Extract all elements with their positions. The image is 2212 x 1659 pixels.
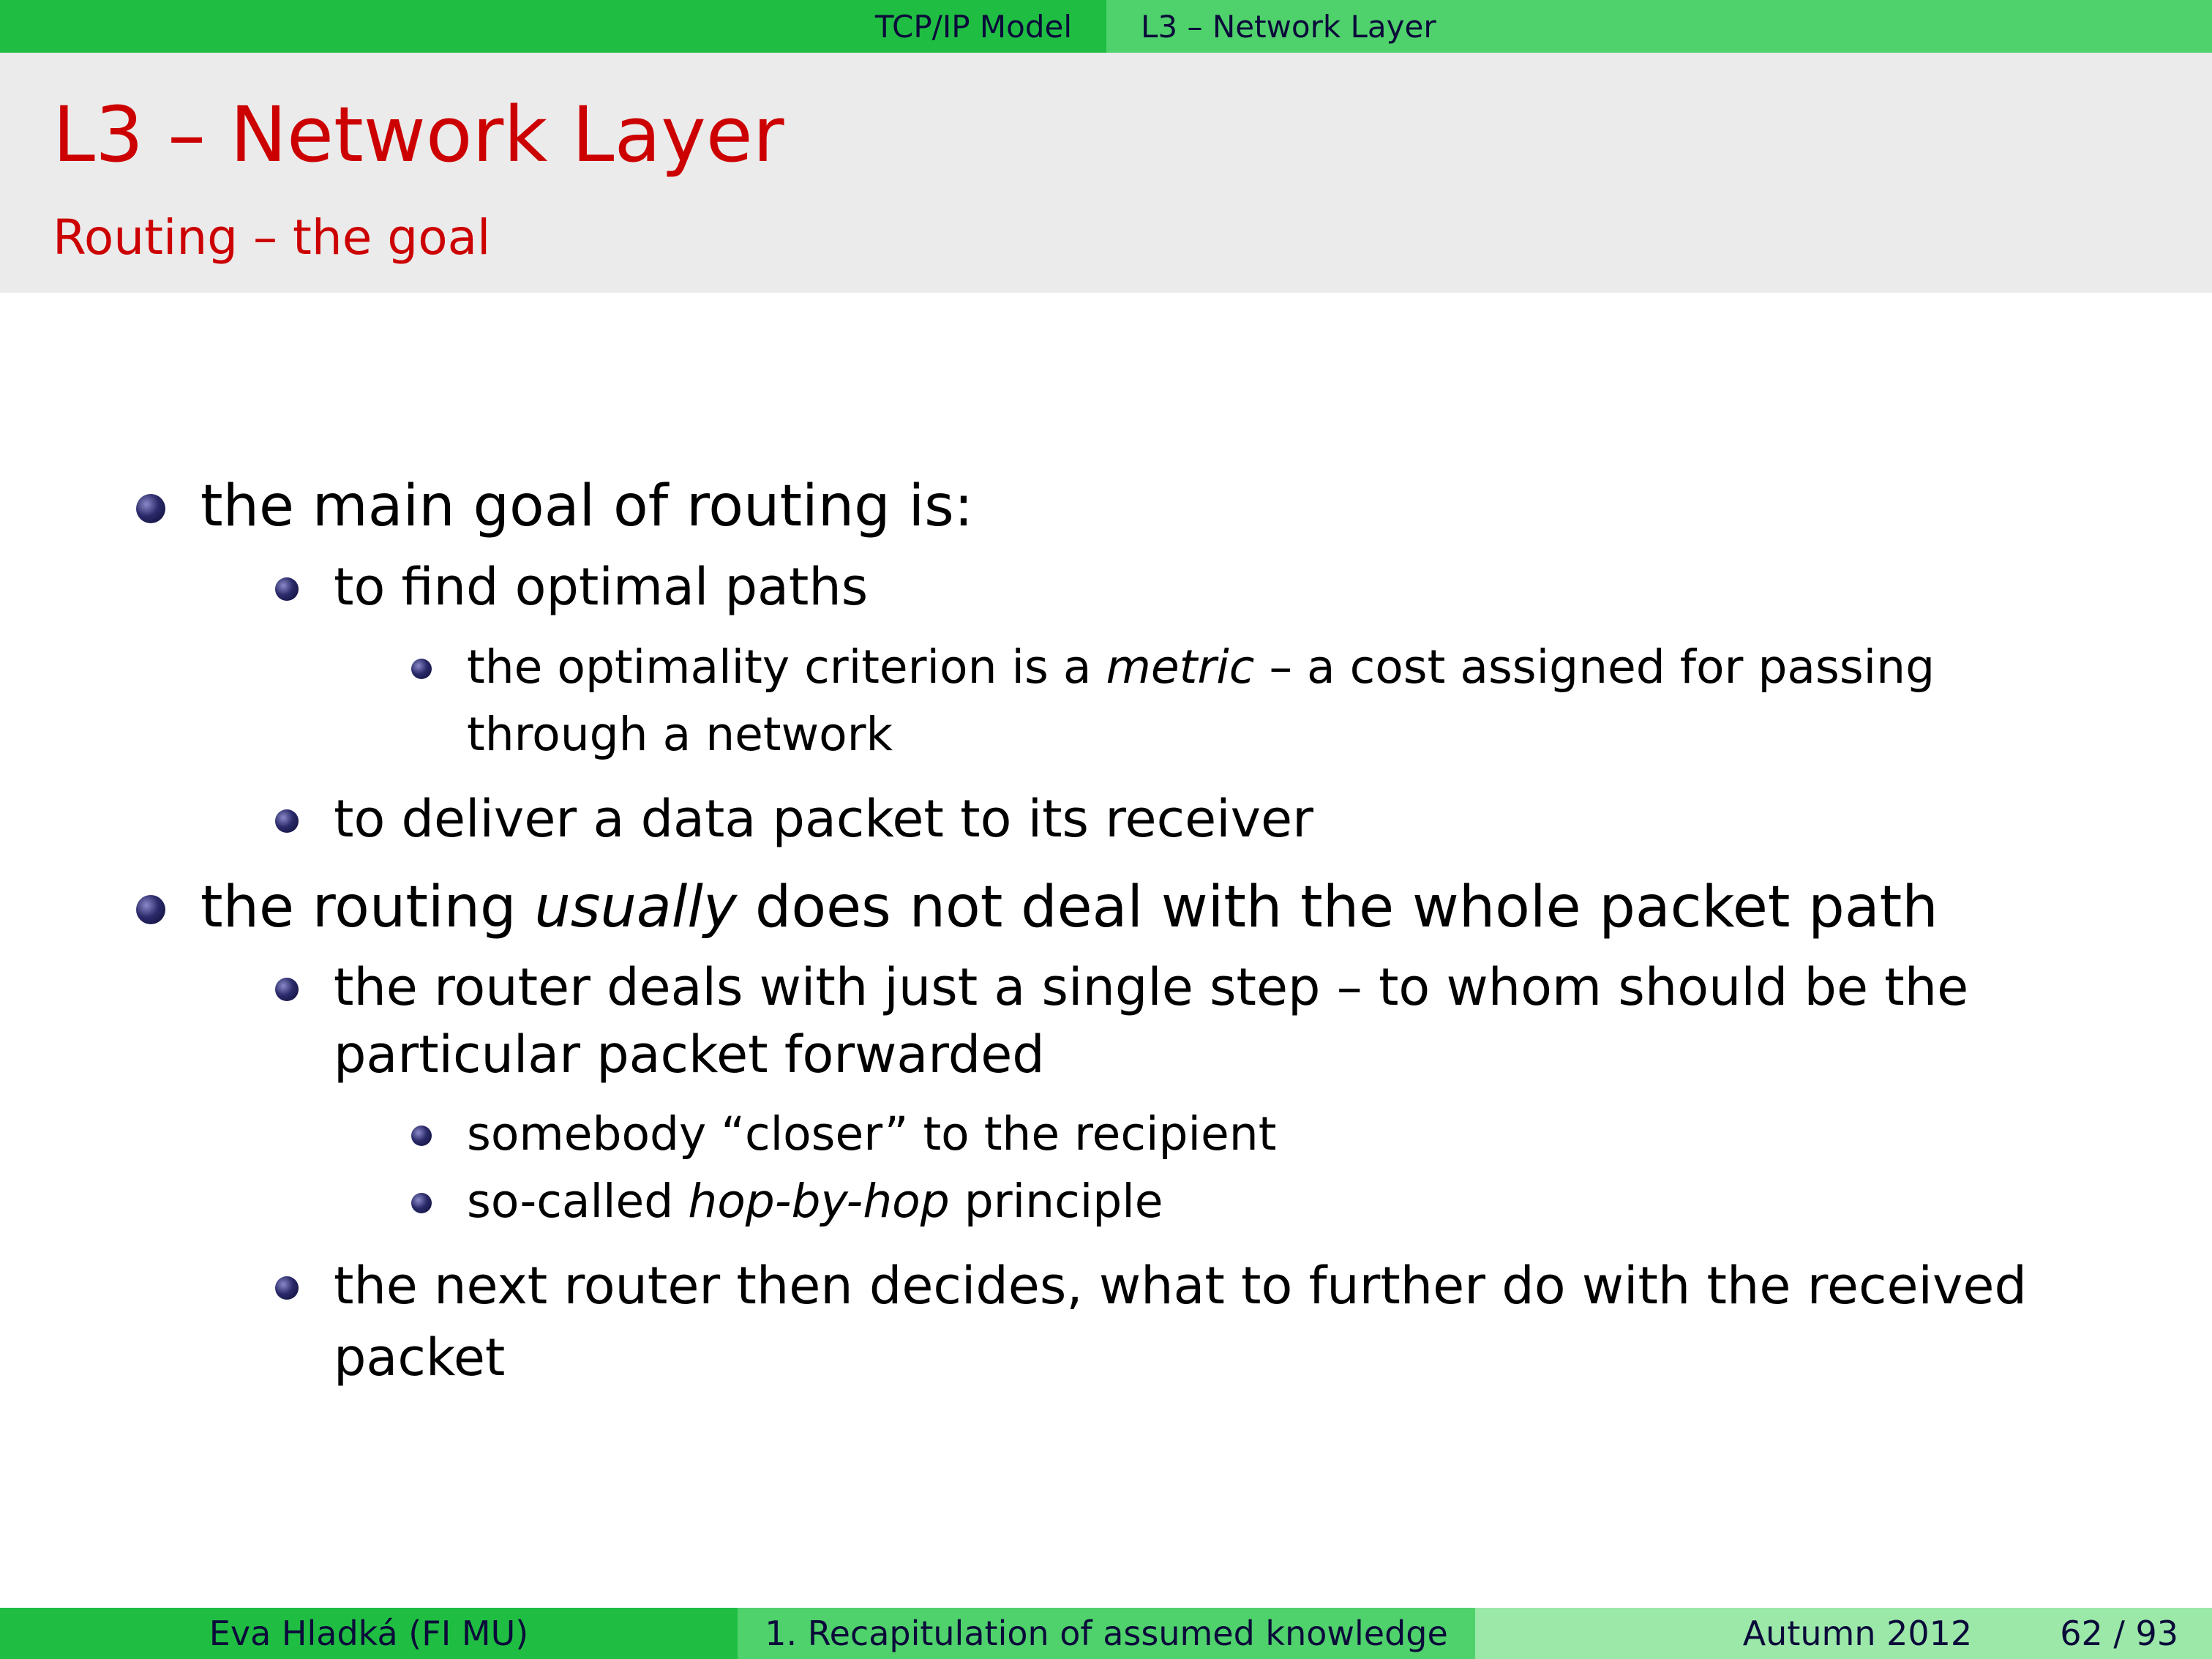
text-run: principle bbox=[949, 1175, 1163, 1228]
bullet-text: so-called hop-by-hop principle bbox=[467, 1178, 1163, 1224]
bullet-text: somebody “closer” to the recipient bbox=[467, 1107, 1277, 1161]
bullet-routing-usually: the routing usually does not deal with t… bbox=[136, 879, 1938, 936]
bullet-ball-icon bbox=[411, 1126, 432, 1146]
bullet-ball-icon bbox=[411, 659, 432, 679]
bullet-text: to find optimal paths bbox=[334, 557, 869, 617]
text-run: the routing bbox=[200, 875, 535, 940]
bullet-ball-icon bbox=[411, 1193, 432, 1213]
footer-bar: Eva Hladká (FI MU) 1. Recapitulation of … bbox=[0, 1608, 2212, 1659]
bullet-text: to deliver a data packet to its receiver bbox=[334, 789, 1313, 849]
footer-date-page-cell: Autumn 2012 62 / 93 bbox=[1475, 1608, 2212, 1659]
bullet-continuation: packet bbox=[334, 1327, 506, 1388]
footer-author-cell: Eva Hladká (FI MU) bbox=[0, 1608, 738, 1659]
slide-content: the main goal of routing is: to find opt… bbox=[0, 0, 2212, 1659]
bullet-hop-by-hop: so-called hop-by-hop principle bbox=[411, 1178, 1163, 1224]
text-run: so-called bbox=[467, 1175, 689, 1228]
footer-talk-title: 1. Recapitulation of assumed knowledge bbox=[765, 1614, 1448, 1653]
text-run: – a cost assigned for passing bbox=[1254, 640, 1935, 694]
footer-author: Eva Hladká (FI MU) bbox=[209, 1614, 529, 1653]
text-run: does not deal with the whole packet path bbox=[737, 875, 1938, 940]
bullet-continuation: through a network bbox=[467, 708, 893, 761]
bullet-text: the router deals with just a single step… bbox=[334, 957, 1969, 1017]
bullet-deliver-packet: to deliver a data packet to its receiver bbox=[275, 789, 1313, 849]
bullet-closer-recipient: somebody “closer” to the recipient bbox=[411, 1107, 1277, 1161]
footer-talk-cell: 1. Recapitulation of assumed knowledge bbox=[738, 1608, 1475, 1659]
bullet-ball-icon bbox=[275, 577, 299, 601]
bullet-ball-icon bbox=[275, 1276, 299, 1300]
emphasis-usually: usually bbox=[534, 875, 738, 940]
bullet-continuation: particular packet forwarded bbox=[334, 1025, 1045, 1085]
footer-date: Autumn 2012 bbox=[1742, 1614, 1973, 1653]
text-run: the optimality criterion is a bbox=[467, 640, 1106, 694]
bullet-text: the next router then decides, what to fu… bbox=[334, 1256, 2027, 1316]
emphasis-hop-by-hop: hop-by-hop bbox=[688, 1175, 950, 1228]
bullet-optimality-criterion: the optimality criterion is a metric – a… bbox=[411, 644, 1935, 690]
bullet-find-paths: to find optimal paths bbox=[275, 557, 869, 617]
footer-page-number: 62 / 93 bbox=[2060, 1614, 2178, 1653]
bullet-ball-icon bbox=[136, 895, 165, 924]
bullet-next-router: the next router then decides, what to fu… bbox=[275, 1256, 2027, 1316]
bullet-single-step: the router deals with just a single step… bbox=[275, 957, 1969, 1017]
bullet-text: the optimality criterion is a metric – a… bbox=[467, 644, 1935, 690]
emphasis-metric: metric bbox=[1106, 640, 1255, 694]
bullet-text: the main goal of routing is: bbox=[200, 473, 974, 539]
bullet-main-goal: the main goal of routing is: bbox=[136, 473, 974, 539]
bullet-text: the routing usually does not deal with t… bbox=[200, 879, 1938, 936]
bullet-ball-icon bbox=[275, 809, 299, 833]
bullet-ball-icon bbox=[275, 978, 299, 1001]
bullet-ball-icon bbox=[136, 494, 165, 523]
